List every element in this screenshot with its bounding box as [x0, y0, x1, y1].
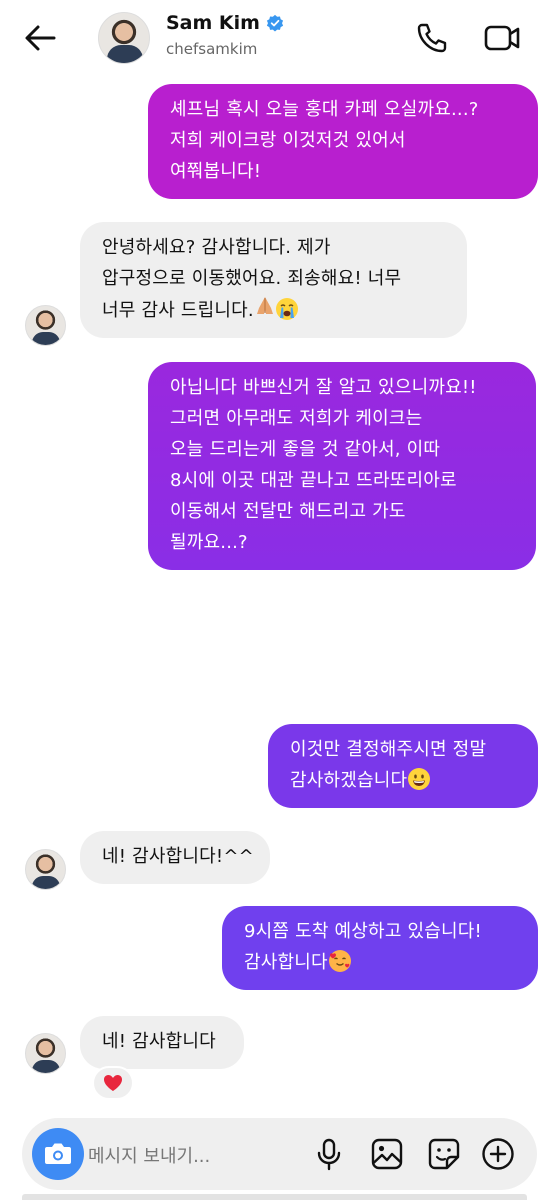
- message-bubble-incoming[interactable]: 네! 감사합니다!^^: [80, 831, 270, 884]
- plus-icon[interactable]: [479, 1135, 517, 1173]
- video-camera-icon[interactable]: [482, 18, 522, 58]
- message-bubble-outgoing[interactable]: 9시쯤 도착 예상하고 있습니다! 감사합니다: [222, 906, 538, 990]
- verified-badge-icon: [266, 14, 284, 32]
- smiling-face-with-hearts-emoji-icon: [328, 950, 351, 972]
- message-text-line: 셰프님 혹시 오늘 홍대 카페 오실까요...?: [170, 99, 479, 120]
- contact-avatar-small[interactable]: [25, 1033, 66, 1074]
- grinning-face-emoji-icon: [408, 768, 431, 790]
- message-bubble-outgoing[interactable]: 이것만 결정해주시면 정말 감사하겠습니다: [268, 724, 538, 808]
- message-input[interactable]: 메시지 보내기...: [88, 1142, 210, 1168]
- message-text-line: 안녕하세요? 감사합니다. 제가: [102, 237, 331, 258]
- message-text-line: 8시에 이곳 대관 끝나고 뜨라또리아로: [170, 470, 457, 491]
- message-text-line: 오늘 드리는게 좋을 것 같아서, 이따: [170, 439, 441, 460]
- camera-button[interactable]: [32, 1128, 84, 1180]
- crying-face-emoji-icon: [275, 298, 298, 320]
- message-bubble-incoming[interactable]: 안녕하세요? 감사합니다. 제가 압구정으로 이동했어요. 죄송해요! 너무 너…: [80, 222, 467, 338]
- contact-avatar-small[interactable]: [25, 849, 66, 890]
- message-text-line: 이동해서 전달만 해드리고 가도: [170, 501, 406, 522]
- message-text-line: 이것만 결정해주시면 정말: [290, 739, 487, 760]
- gallery-icon[interactable]: [368, 1135, 406, 1173]
- bottom-edge: [22, 1194, 527, 1200]
- chat-header: Sam Kim chefsamkim: [0, 0, 549, 76]
- heart-reaction-icon[interactable]: [92, 1066, 134, 1100]
- message-text-line-with-emoji: 감사합니다: [244, 947, 516, 978]
- message-text: 너무 감사 드립니다.: [102, 300, 254, 321]
- message-text-line: 압구정으로 이동했어요. 죄송해요! 너무: [102, 268, 402, 289]
- message-text-line: 네! 감사합니다!^^: [102, 846, 254, 867]
- message-text-line-with-emoji: 너무 감사 드립니다.: [102, 294, 445, 326]
- back-arrow-icon[interactable]: [20, 18, 60, 58]
- message-text: 감사하겠습니다: [290, 770, 408, 791]
- phone-icon[interactable]: [412, 18, 452, 58]
- camera-icon: [45, 1143, 71, 1164]
- message-text-line: 저희 케이크랑 이것저것 있어서: [170, 130, 406, 151]
- contact-handle: chefsamkim: [166, 40, 258, 58]
- folded-hands-emoji-icon: [255, 294, 275, 316]
- contact-avatar-small[interactable]: [25, 305, 66, 346]
- message-composer[interactable]: 메시지 보내기...: [22, 1118, 537, 1190]
- contact-name-row[interactable]: Sam Kim: [166, 12, 284, 34]
- contact-avatar[interactable]: [98, 12, 150, 64]
- microphone-icon[interactable]: [310, 1135, 348, 1173]
- message-text-line: 될까요...?: [170, 532, 248, 553]
- message-text: 감사합니다: [244, 952, 328, 973]
- message-text-line: 9시쯤 도착 예상하고 있습니다!: [244, 921, 482, 942]
- contact-name[interactable]: Sam Kim: [166, 12, 260, 34]
- sticker-icon[interactable]: [425, 1135, 463, 1173]
- message-text-line-with-emoji: 감사하겠습니다: [290, 765, 516, 796]
- message-bubble-outgoing[interactable]: 셰프님 혹시 오늘 홍대 카페 오실까요...? 저희 케이크랑 이것저것 있어…: [148, 84, 538, 199]
- message-bubble-outgoing[interactable]: 아닙니다 바쁘신거 잘 알고 있으니까요!! 그러면 아무래도 저희가 케이크는…: [148, 362, 536, 570]
- message-bubble-incoming[interactable]: 네! 감사합니다: [80, 1016, 244, 1069]
- message-text-line: 그러면 아무래도 저희가 케이크는: [170, 408, 423, 429]
- message-text-line: 여쭤봅니다!: [170, 161, 262, 182]
- message-text-line: 아닙니다 바쁘신거 잘 알고 있으니까요!!: [170, 377, 477, 398]
- message-text-line: 네! 감사합니다: [102, 1031, 216, 1052]
